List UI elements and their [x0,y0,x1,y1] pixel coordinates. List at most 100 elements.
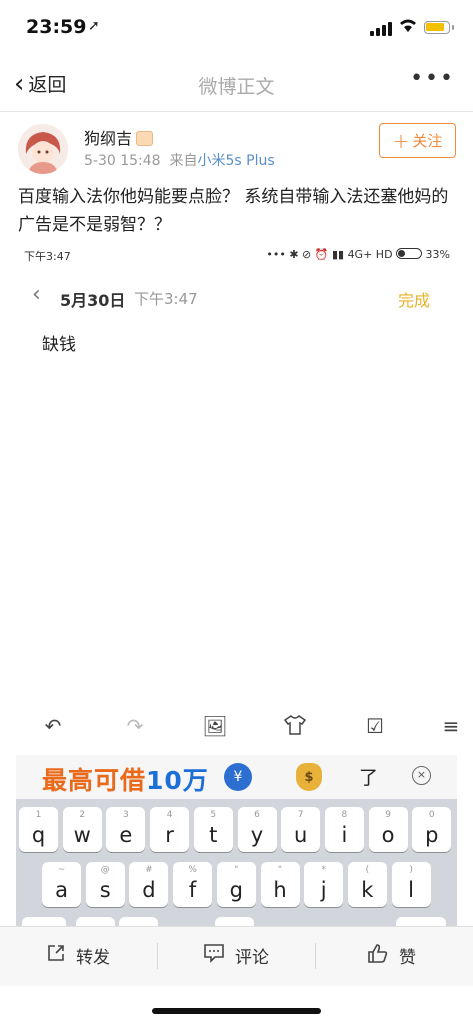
candidate-word: 了 [359,767,379,789]
follow-button[interactable]: + 关注 [379,123,456,158]
key-s: @ s [85,862,125,907]
key-hint: 8 [341,810,348,820]
key-char: r [165,823,174,847]
thumbs-up-icon [367,943,389,968]
key-i: 8i [324,807,364,852]
key-hint: % [188,865,197,875]
key-char: w [73,823,91,847]
key-hint: 2 [79,810,86,820]
battery-icon [424,21,454,34]
follow-label: 关注 [412,132,443,150]
key-hint: * [321,865,326,875]
key-char: f [188,878,197,902]
memo-header: ‹ 5月30日 下午3:47 完成 [20,282,454,312]
status-time: 23:59 [26,16,87,38]
key-char: y [250,823,264,847]
cellular-signal-icon [370,22,392,36]
more-options-button[interactable]: ••• [410,66,455,91]
key-j: * j [304,862,344,907]
key-hint: " [277,865,283,875]
nav-bar: ‹ 返回 微博正文 ••• [0,56,473,112]
location-arrow-icon: ➚ [88,18,100,34]
username[interactable]: 狗纲吉 [84,125,154,149]
key-char: g [229,878,243,902]
image-icon: 🖼︎ [202,714,228,738]
key-g: " g [216,862,256,907]
memo-toolbar: ↶ ↷ 🖼︎ ☑ ≡ [20,712,460,744]
key-l: ) l [391,862,431,907]
key-f: % f [173,862,213,907]
comment-button[interactable]: 评论 [203,943,269,968]
status-bar: 23:59 ➚ [0,0,473,52]
keyboard-ad-bar: 最高可借10万 ¥ $ 了 × [16,755,457,799]
key-t: 5t [193,807,233,852]
page-title: 微博正文 [198,76,275,98]
key-char: u [294,823,308,847]
key-h: " h [260,862,300,907]
post-date: 5-30 15:48 [84,153,161,169]
key-u: 7u [281,807,321,852]
key-q: 1q [19,807,58,852]
shirt-icon [280,714,310,741]
embedded-battery-icon [396,248,423,259]
key-hint: 5 [210,810,217,820]
home-indicator[interactable] [152,1008,321,1014]
money-bag-icon: $ [296,763,322,791]
key-hint: 7 [297,810,304,820]
post-meta: 5-30 15:48 来自小米5s Plus [84,150,275,170]
key-e: 3e [106,807,146,852]
key-hint: 0 [428,810,435,820]
memo-date: 5月30日 [60,291,126,310]
key-char: i [341,823,348,847]
source-prefix: 来自 [169,153,198,169]
key-char: e [119,823,133,847]
like-button[interactable]: 赞 [367,943,416,968]
key-hint: ) [409,865,413,875]
key-char: o [381,823,395,847]
close-icon: × [412,766,431,785]
key-y: 6y [237,807,277,852]
avatar[interactable] [18,124,68,174]
key-d: # d [129,862,169,907]
list-icon: ≡ [442,714,460,738]
plus-icon: + [392,128,410,153]
share-icon [46,943,66,968]
key-hint: 1 [35,810,42,820]
keyboard: 最高可借10万 ¥ $ 了 × 1q2w3e4r5t6y7u8i9o0p ~ a @… [16,755,457,930]
redo-icon: ↷ [126,714,144,738]
repost-label: 转发 [76,948,110,968]
memo-text: 缺钱 [42,335,76,355]
username-text: 狗纲吉 [84,129,133,148]
key-char: h [273,878,287,902]
key-hint: ~ [57,865,66,875]
key-char: q [31,823,46,847]
like-label: 赞 [399,948,416,968]
key-char: a [55,878,68,902]
key-o: 9o [368,807,408,852]
memo-back-chevron-icon: ‹ [32,282,41,307]
embedded-status-bar: 下午3:47 ••• ✱ ⊘ ⏰ ▮▮ 4G+ HD 33% [20,246,454,266]
key-hint: # [145,865,153,875]
key-hint: 3 [123,810,129,820]
key-p: 0p [412,807,452,852]
undo-icon: ↶ [44,714,62,738]
embedded-status-right: ••• ✱ ⊘ ⏰ ▮▮ 4G+ HD 33% [266,248,450,261]
key-char: d [142,878,156,902]
ad-label: 最高可借 [42,766,147,795]
memo-done: 完成 [397,291,430,310]
network-label: 4G+ HD [347,248,393,261]
repost-button[interactable]: 转发 [46,943,110,968]
post-text: 百度输入法你他妈能要点脸？ 系统自带输入法还塞他妈的广告是不是弱智？？ [18,187,449,235]
wifi-icon [397,16,419,39]
post-source[interactable]: 小米5s Plus [197,153,274,169]
embedded-status-time: 下午3:47 [24,250,71,263]
ad-text: 最高可借10万 [42,761,209,797]
comment-label: 评论 [235,948,269,968]
key-r: 4r [150,807,190,852]
key-hint: ( [365,865,370,875]
key-char: l [408,878,415,902]
key-hint: 6 [254,810,260,820]
key-k: (k [347,862,387,907]
key-w: 2w [62,807,102,852]
divider [315,943,316,969]
